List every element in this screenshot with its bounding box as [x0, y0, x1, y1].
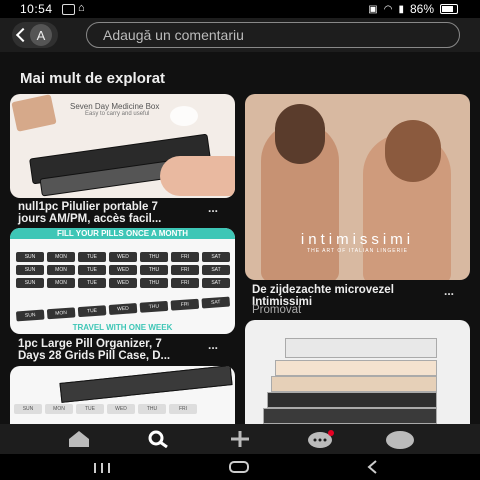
pill-box-dark: [59, 366, 233, 403]
decor-box: [11, 94, 57, 132]
more-options-icon[interactable]: ...: [208, 338, 218, 352]
day-label: MON: [47, 265, 75, 275]
section-title: Mai mult de explorat: [20, 70, 166, 87]
chevron-left-icon: [15, 27, 31, 43]
pin-caption-line: jours AM/PM, accès facil...: [18, 213, 162, 225]
battery-icon: [440, 4, 458, 14]
day-label: MON: [45, 404, 73, 414]
pin-image-intimissimi[interactable]: intimissimi THE ART OF ITALIAN LINGERIE: [245, 94, 470, 280]
day-label: SUN: [15, 309, 45, 322]
pin-caption-line: De zijdezachte microvezel: [252, 284, 394, 296]
pin-image-medicine-box[interactable]: Seven Day Medicine Box Easy to carry and…: [10, 94, 235, 198]
day-label: WED: [107, 404, 135, 414]
bottom-nav: [0, 424, 480, 454]
back-button[interactable]: A: [12, 22, 58, 48]
promoted-label: Promovat: [252, 304, 302, 316]
day-label: FRI: [169, 404, 197, 414]
day-label: SAT: [202, 252, 230, 262]
pin-caption-line: null1pc Pilulier portable 7: [18, 201, 158, 213]
brand-logo: intimissimi: [300, 231, 415, 248]
organizer-drawer: [271, 376, 437, 392]
day-label: SAT: [201, 296, 231, 309]
promo-band-bottom: TRAVEL WITH ONE WEEK: [72, 323, 173, 332]
comment-input[interactable]: Adaugă un comentariu: [86, 22, 460, 48]
day-label: MON: [46, 307, 76, 320]
day-label: SAT: [202, 278, 230, 288]
day-label: SUN: [14, 404, 42, 414]
day-label: TUE: [78, 278, 106, 288]
day-row: SUN MON TUE WED THU FRI SAT: [16, 252, 230, 262]
day-label: WED: [109, 265, 137, 275]
pin-image-subtitle: Easy to carry and useful: [85, 111, 150, 117]
comment-bar: A Adaugă un comentariu: [0, 18, 480, 52]
promo-band-top: FILL YOUR PILLS ONCE A MONTH: [10, 228, 235, 239]
day-label: MON: [47, 278, 75, 288]
more-options-icon[interactable]: ...: [444, 284, 454, 298]
pin-caption: null1pc Pilulier portable 7 jours AM/PM,…: [18, 201, 161, 225]
more-options-icon[interactable]: ...: [208, 201, 218, 215]
day-label: WED: [109, 278, 137, 288]
brand-tagline: THE ART OF ITALIAN LINGERIE: [307, 248, 408, 254]
notification-icon: ▣: [368, 3, 378, 15]
hand: [160, 156, 235, 196]
day-label: FRI: [171, 278, 199, 288]
pin-image-makeup-organizer[interactable]: [245, 320, 470, 424]
hair-right: [385, 120, 441, 182]
day-label: THU: [140, 265, 168, 275]
pin-caption: 1pc Large Pill Organizer, 7 Days 28 Grid…: [18, 338, 170, 362]
organizer-drawer: [275, 360, 437, 376]
signal-alt-icon: ⌂: [78, 2, 85, 14]
day-row: SUN MON TUE WED THU FRI SAT: [15, 296, 231, 322]
pin-image-pill-box[interactable]: SUN MON TUE WED THU FRI: [10, 366, 235, 424]
pin-caption-line: Days 28 Grids Pill Case, D...: [18, 350, 171, 362]
day-label: SAT: [202, 265, 230, 275]
day-row: SUN MON TUE WED THU FRI SAT: [16, 265, 230, 275]
day-label: THU: [139, 300, 169, 313]
pin-caption-line: 1pc Large Pill Organizer, 7: [18, 338, 162, 350]
organizer-drawer: [263, 408, 437, 424]
home-icon[interactable]: [66, 430, 92, 448]
search-icon[interactable]: [146, 430, 172, 448]
day-label: FRI: [171, 265, 199, 275]
day-label: MON: [47, 252, 75, 262]
create-plus-icon[interactable]: [227, 430, 253, 448]
profile-avatar-icon[interactable]: [386, 430, 414, 450]
avatar: A: [30, 24, 52, 46]
wifi-icon: ◠: [383, 3, 393, 15]
day-label: SUN: [16, 265, 44, 275]
home-button-icon[interactable]: [228, 460, 250, 474]
day-label: WED: [109, 252, 137, 262]
day-label: THU: [140, 252, 168, 262]
gallery-icon: [62, 4, 75, 15]
day-label: TUE: [76, 404, 104, 414]
day-label: FRI: [171, 252, 199, 262]
day-label: SUN: [16, 278, 44, 288]
status-bar: 10:54 ⌂ ▣ ◠ ▮ 86%: [0, 0, 480, 18]
day-row: SUN MON TUE WED THU FRI: [14, 404, 197, 414]
cell-signal-icon: ▮: [398, 3, 404, 15]
organizer-drawer: [267, 392, 437, 408]
system-nav-bar: [0, 454, 480, 480]
day-label: TUE: [78, 252, 106, 262]
messages-icon[interactable]: [306, 430, 336, 450]
day-label: WED: [108, 303, 138, 315]
day-label: TUE: [78, 265, 106, 275]
back-nav-icon[interactable]: [366, 460, 380, 474]
battery-percent: 86%: [409, 2, 434, 16]
day-label: SUN: [16, 252, 44, 262]
day-label: TUE: [77, 305, 107, 318]
decor-cup: [170, 106, 198, 126]
day-label: THU: [138, 404, 166, 414]
pin-image-pill-organizer[interactable]: FILL YOUR PILLS ONCE A MONTH SUN MON TUE…: [10, 228, 235, 334]
pin-image-title: Seven Day Medicine Box: [70, 102, 160, 111]
hair-left: [275, 104, 325, 164]
clock: 10:54: [20, 2, 53, 16]
organizer-top: [285, 338, 437, 358]
recent-apps-icon[interactable]: [92, 462, 112, 474]
day-label: THU: [140, 278, 168, 288]
day-label: FRI: [170, 298, 200, 311]
day-row: SUN MON TUE WED THU FRI SAT: [16, 278, 230, 288]
